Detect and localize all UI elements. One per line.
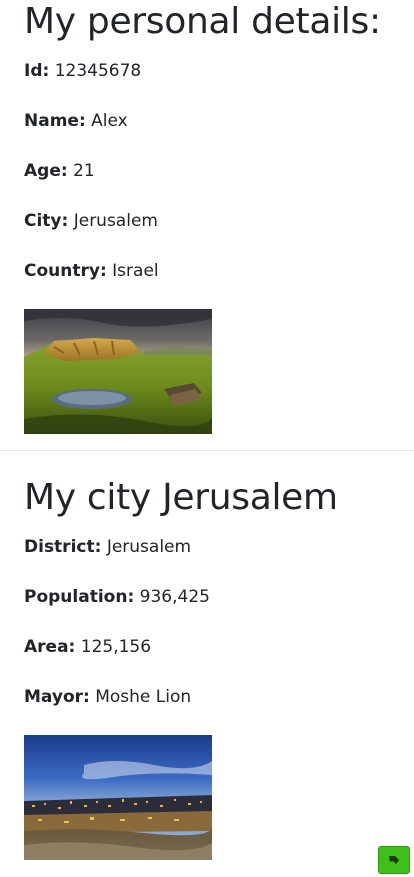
field-label: Area: bbox=[24, 637, 76, 657]
field-value: Israel bbox=[112, 261, 159, 281]
field-mayor: Mayor: Moshe Lion bbox=[24, 685, 414, 735]
field-label: Population: bbox=[24, 587, 135, 607]
personal-details-fields: Id: 12345678 Name: Alex Age: 21 City: Je… bbox=[24, 59, 414, 309]
field-label: Mayor: bbox=[24, 687, 90, 707]
feedback-icon bbox=[389, 856, 399, 864]
landscape-photo bbox=[24, 309, 212, 434]
city-section: My city Jerusalem District: Jerusalem Po… bbox=[0, 476, 414, 860]
field-id: Id: 12345678 bbox=[24, 59, 414, 109]
field-label: City: bbox=[24, 211, 69, 231]
field-district: District: Jerusalem bbox=[24, 535, 414, 585]
feedback-button[interactable] bbox=[378, 846, 410, 874]
field-value: Jerusalem bbox=[73, 211, 158, 231]
field-label: Name: bbox=[24, 111, 86, 131]
field-value: Moshe Lion bbox=[95, 687, 192, 707]
field-city: City: Jerusalem bbox=[24, 209, 414, 259]
field-label: Id: bbox=[24, 61, 50, 81]
field-name: Name: Alex bbox=[24, 109, 414, 159]
city-heading: My city Jerusalem bbox=[24, 477, 338, 518]
field-age: Age: 21 bbox=[24, 159, 414, 209]
field-area: Area: 125,156 bbox=[24, 635, 414, 685]
city-fields: District: Jerusalem Population: 936,425 … bbox=[24, 535, 414, 735]
field-value: 936,425 bbox=[139, 587, 210, 607]
field-value: Alex bbox=[91, 111, 128, 131]
field-value: 125,156 bbox=[80, 637, 152, 657]
field-value: 21 bbox=[73, 161, 95, 181]
personal-details-heading: My personal details: bbox=[24, 1, 381, 42]
personal-details-section: My personal details: Id: 12345678 Name: … bbox=[0, 0, 414, 450]
field-value: Jerusalem bbox=[106, 537, 192, 557]
field-value: 12345678 bbox=[54, 61, 142, 81]
section-divider bbox=[0, 450, 414, 451]
field-label: Country: bbox=[24, 261, 107, 281]
field-country: Country: Israel bbox=[24, 259, 414, 309]
field-label: Age: bbox=[24, 161, 68, 181]
field-population: Population: 936,425 bbox=[24, 585, 414, 635]
field-label: District: bbox=[24, 537, 102, 557]
city-photo bbox=[24, 735, 212, 860]
